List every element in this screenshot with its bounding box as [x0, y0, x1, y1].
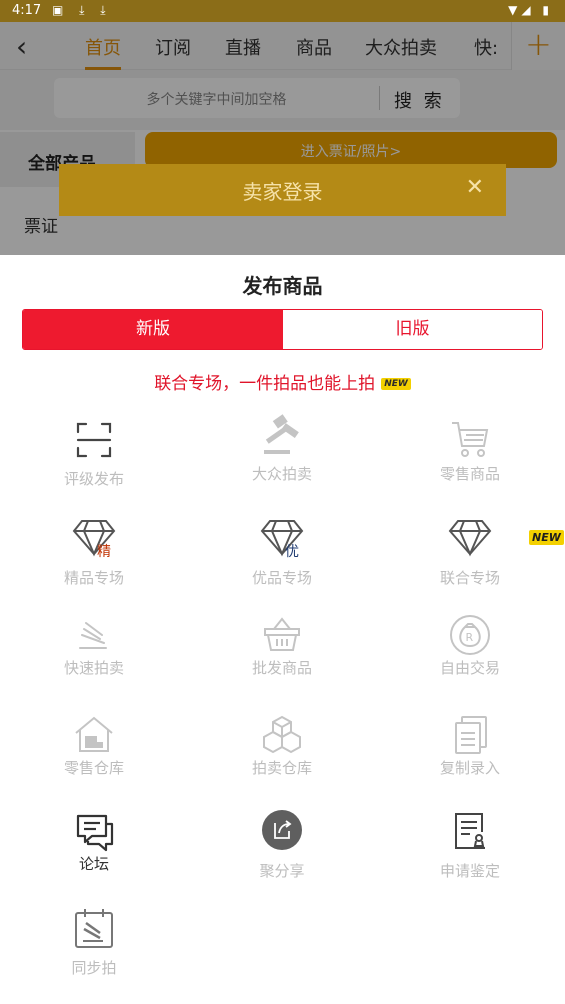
diamond-icon: [448, 520, 492, 557]
copy-doc-icon: [455, 716, 487, 754]
grid-item-gather-share[interactable]: 聚分享: [188, 810, 376, 900]
grid-item-retail-goods[interactable]: 零售商品: [376, 418, 564, 508]
promo-banner[interactable]: 联合专场，一件拍品也能上拍 NEW: [0, 369, 565, 394]
forum-chat-icon: [76, 814, 114, 852]
basket-icon: [264, 617, 300, 651]
dim-overlay[interactable]: [0, 22, 565, 255]
grid-item-joint-session[interactable]: 联合专场: [376, 515, 564, 605]
sheet-title: 发布商品: [242, 274, 323, 298]
warehouse-icon: [75, 716, 113, 752]
diamond-icon: 优: [260, 520, 304, 559]
quick-gavel-icon: [79, 622, 107, 649]
status-time: 4:17: [12, 3, 42, 18]
grid-item-label: 论坛: [78, 855, 109, 873]
grid-item-public-auction[interactable]: 大众拍卖: [188, 413, 376, 503]
grid-item-label: 联合专场: [439, 569, 500, 587]
notification-icons: ▣ ⤓ ⤓: [52, 3, 112, 17]
grid-item-auction-warehouse[interactable]: 拍卖仓库: [188, 713, 376, 803]
grid-item-sync-auction[interactable]: 同步拍: [0, 907, 188, 997]
grid-item-label: 优品专场: [251, 569, 312, 587]
seller-login-dialog: 卖家登录 ✕: [59, 164, 506, 216]
share-icon: [262, 810, 302, 850]
money-bag-icon: R: [450, 615, 490, 655]
tab-new-version[interactable]: 新版: [23, 310, 283, 349]
grid-item-retail-warehouse[interactable]: 零售仓库: [0, 713, 188, 803]
svg-text:精: 精: [97, 544, 111, 559]
appraisal-doc-icon: [455, 813, 485, 849]
grid-item-label: 拍卖仓库: [251, 759, 312, 777]
grid-item-label: 精品专场: [63, 569, 124, 587]
diamond-icon: 精: [72, 520, 116, 559]
svg-text:R: R: [466, 631, 474, 644]
grid-item-label: 批发商品: [251, 659, 312, 677]
seller-login-title: 卖家登录: [242, 180, 323, 204]
signal-battery-icons: ▼◢ ▮: [508, 3, 553, 17]
grid-item-label: 零售商品: [439, 465, 500, 483]
grid-item-free-trade[interactable]: R 自由交易: [376, 613, 564, 703]
grid-item-forum[interactable]: 论坛: [0, 810, 188, 900]
grid-item-label: 申请鉴定: [439, 862, 500, 880]
status-bar: 4:17 ▣ ⤓ ⤓ ▼◢ ▮: [0, 0, 565, 22]
grid-item-label: 聚分享: [259, 862, 305, 880]
close-icon[interactable]: ✕: [466, 175, 484, 200]
gavel-icon: [264, 414, 299, 454]
sync-auction-icon: [75, 909, 113, 948]
tab-old-version[interactable]: 旧版: [283, 310, 542, 349]
grid-item-label: 同步拍: [71, 959, 117, 977]
boxes-icon: [263, 715, 301, 754]
grid-item-rating-publish[interactable]: 评级发布: [0, 418, 188, 508]
grid-item-quality-session[interactable]: 优 优品专场: [188, 515, 376, 605]
promo-text: 联合专场，一件拍品也能上拍: [154, 374, 376, 394]
cart-icon: [452, 422, 489, 457]
grid-item-label: 大众拍卖: [251, 465, 312, 483]
grid-item-wholesale-goods[interactable]: 批发商品: [188, 613, 376, 703]
grid-item-label: 复制录入: [439, 759, 500, 777]
scan-icon: [76, 422, 112, 458]
new-badge: NEW: [381, 378, 411, 390]
grid-item-quick-auction[interactable]: 快速拍卖: [0, 613, 188, 703]
grid-item-boutique-session[interactable]: 精 精品专场: [0, 515, 188, 605]
new-badge: NEW: [529, 530, 564, 545]
grid-item-label: 自由交易: [439, 659, 500, 677]
grid-item-label: 快速拍卖: [63, 659, 124, 677]
publish-sheet: 发布商品 新版 旧版 联合专场，一件拍品也能上拍 NEW 评级发布 大众拍卖 零售…: [0, 255, 565, 1004]
svg-text:优: 优: [285, 544, 299, 559]
grid-item-copy-entry[interactable]: 复制录入: [376, 713, 564, 803]
grid-item-label: 零售仓库: [63, 759, 124, 777]
grid-item-apply-appraisal[interactable]: 申请鉴定: [376, 810, 564, 900]
version-switch: 新版 旧版: [22, 309, 543, 350]
grid-item-label: 评级发布: [63, 470, 124, 488]
